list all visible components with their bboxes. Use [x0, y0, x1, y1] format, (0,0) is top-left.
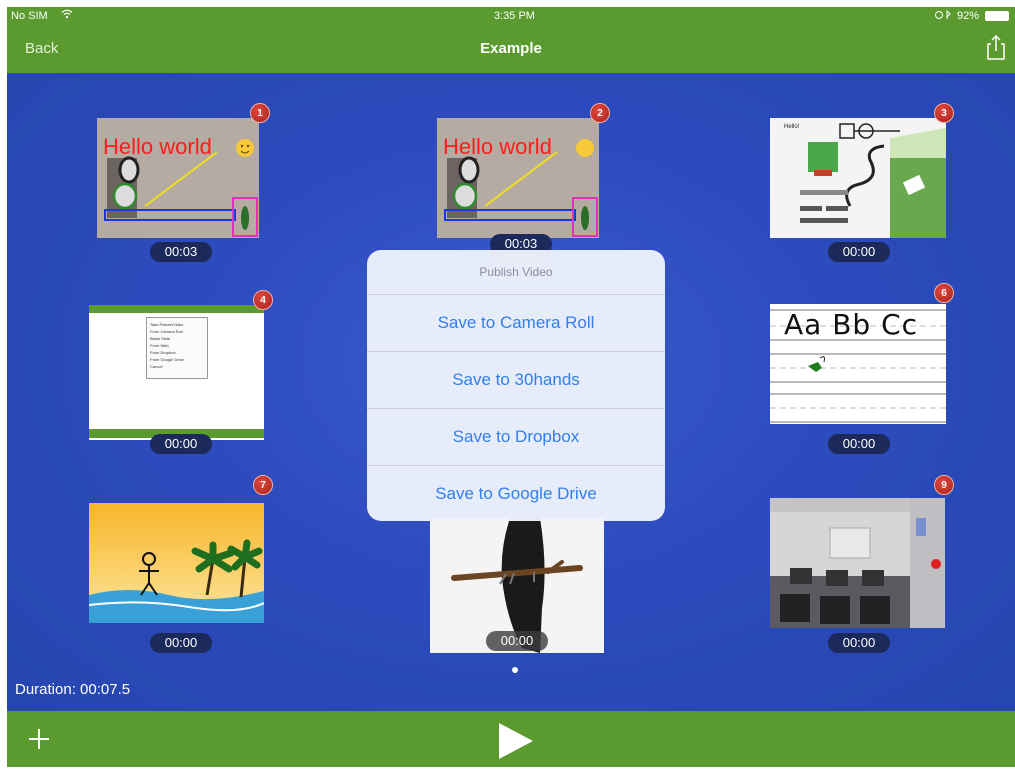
- page-indicator-dot: [512, 667, 518, 673]
- total-duration-label: Duration: 00:07.5: [15, 681, 131, 698]
- app-window: No SIM 3:35 PM 92% Back Example Hello wo…: [7, 7, 1015, 767]
- carrier-text: No SIM: [11, 10, 48, 22]
- slide-4-thumbnail[interactable]: Take Picture/Video From Camera Roll Blan…: [89, 305, 264, 440]
- slide-1[interactable]: Hello world 1 00:03: [97, 103, 270, 262]
- slide-6[interactable]: Aa Bb Cc 6 00:00: [770, 283, 954, 458]
- page-title: Example: [480, 40, 542, 57]
- slide-1-number-badge: 1: [250, 103, 270, 123]
- slide-3-number-badge: 3: [934, 103, 954, 123]
- slide-1-caption: Hello world: [103, 134, 212, 159]
- slide-6-thumbnail[interactable]: Aa Bb Cc: [770, 304, 946, 424]
- slide-grid: Hello world 1 00:03 Hello world 2 Hello!…: [7, 73, 1015, 711]
- battery-icon: [985, 11, 1009, 21]
- slide-1-thumbnail[interactable]: Hello world: [97, 118, 259, 238]
- slide-7-thumbnail[interactable]: [89, 503, 264, 623]
- slide-3-duration: 00:00: [828, 242, 890, 262]
- save-to-google-drive-button[interactable]: Save to Google Drive: [367, 466, 665, 521]
- slide-9[interactable]: 9 00:00: [770, 475, 954, 658]
- slide-4[interactable]: Take Picture/Video From Camera Roll Blan…: [89, 290, 273, 457]
- slide-3-thumbnail[interactable]: Hello!: [770, 118, 946, 238]
- slide-8-duration: 00:00: [486, 631, 548, 651]
- share-icon[interactable]: [985, 34, 1007, 61]
- slide-1-duration: 00:03: [150, 242, 212, 262]
- slide-7[interactable]: 7 00:00: [89, 475, 273, 658]
- wifi-icon: [61, 9, 73, 22]
- plus-icon[interactable]: [27, 727, 51, 751]
- slide-6-number-badge: 6: [934, 283, 954, 303]
- slide-3[interactable]: Hello! 3 00:00: [770, 103, 954, 262]
- nav-bar: Back Example: [7, 25, 1015, 73]
- slide-4-duration: 00:00: [150, 434, 212, 454]
- status-bar: No SIM 3:35 PM 92%: [7, 7, 1015, 25]
- battery-percent: 92%: [957, 10, 980, 22]
- sheet-title: Publish Video: [367, 250, 665, 295]
- bottom-toolbar: [7, 711, 1015, 767]
- slide-3-caption: Hello!: [784, 124, 800, 130]
- slide-9-thumbnail[interactable]: [770, 498, 945, 628]
- slide-8[interactable]: 00:00: [430, 518, 610, 658]
- slide-4-number-badge: 4: [253, 290, 273, 310]
- slide-6-caption: Aa Bb Cc: [784, 308, 919, 341]
- slide-7-duration: 00:00: [150, 633, 212, 653]
- save-to-30hands-button[interactable]: Save to 30hands: [367, 352, 665, 409]
- save-to-dropbox-button[interactable]: Save to Dropbox: [367, 409, 665, 466]
- slide-9-number-badge: 9: [934, 475, 954, 495]
- slide-9-duration: 00:00: [828, 633, 890, 653]
- slide-2-caption: Hello world: [443, 134, 552, 159]
- slide-4-menu-preview: Take Picture/Video From Camera Roll Blan…: [146, 317, 208, 379]
- clock-text: 3:35 PM: [494, 10, 535, 22]
- slide-2-thumbnail[interactable]: Hello world: [437, 118, 599, 238]
- slide-6-duration: 00:00: [828, 434, 890, 454]
- slide-7-number-badge: 7: [253, 475, 273, 495]
- save-to-camera-roll-button[interactable]: Save to Camera Roll: [367, 295, 665, 352]
- publish-video-sheet: Publish Video Save to Camera Roll Save t…: [367, 250, 665, 521]
- play-icon[interactable]: [497, 723, 533, 759]
- slide-2-number-badge: 2: [590, 103, 610, 123]
- bluetooth-icon: [935, 9, 953, 24]
